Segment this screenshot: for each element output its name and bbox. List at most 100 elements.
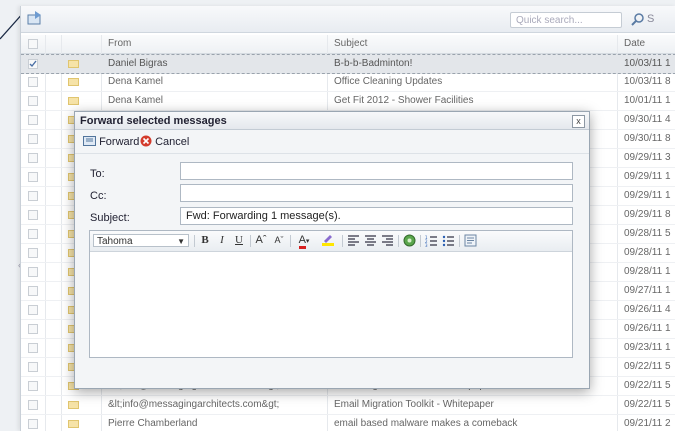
toolbar-separator xyxy=(194,235,195,247)
svg-text:3: 3 xyxy=(425,243,428,247)
row-checkbox[interactable] xyxy=(28,267,38,277)
editor-toolbar: Tahoma ▼ B I U Aˆ Aˇ A▾ 1 2 3 xyxy=(90,231,572,252)
row-checkbox[interactable] xyxy=(28,96,38,106)
to-field[interactable] xyxy=(180,162,573,180)
cancel-button-label: Cancel xyxy=(155,136,190,148)
row-checkbox[interactable] xyxy=(28,362,38,372)
toolbar-separator xyxy=(290,235,291,247)
toolbar-separator xyxy=(459,235,460,247)
align-left-icon[interactable] xyxy=(347,235,360,247)
row-date: 09/29/11 1 xyxy=(624,190,671,201)
quick-search-input[interactable]: Quick search... xyxy=(510,12,622,28)
toolbar-separator xyxy=(342,235,343,247)
row-checkbox[interactable] xyxy=(28,77,38,87)
row-date: 09/28/11 5 xyxy=(624,228,671,239)
row-from: &lt;info@messagingarchitects.com&gt; xyxy=(108,399,280,410)
row-checkbox[interactable] xyxy=(28,343,38,353)
forward-button[interactable]: Forward xyxy=(83,135,139,149)
forward-mail-icon[interactable] xyxy=(27,10,43,26)
text-color-button[interactable]: A▾ xyxy=(294,233,314,249)
message-editor[interactable]: Tahoma ▼ B I U Aˆ Aˇ A▾ 1 2 3 xyxy=(89,230,573,358)
row-date: 10/03/11 1 xyxy=(624,58,671,69)
italic-button[interactable]: I xyxy=(216,233,228,248)
align-right-icon[interactable] xyxy=(381,235,394,247)
insert-link-icon[interactable] xyxy=(403,234,416,247)
envelope-icon xyxy=(68,401,79,409)
row-date: 09/23/11 1 xyxy=(624,342,671,353)
cancel-button[interactable]: Cancel xyxy=(140,135,189,149)
row-checkbox[interactable] xyxy=(28,305,38,315)
cc-label: Cc: xyxy=(90,190,107,202)
font-shrink-button[interactable]: Aˇ xyxy=(272,233,286,248)
row-checkbox[interactable] xyxy=(28,419,38,429)
row-date: 09/21/11 2 xyxy=(624,418,671,429)
font-select[interactable]: Tahoma ▼ xyxy=(93,234,189,247)
row-from: Pierre Chamberland xyxy=(108,418,198,429)
row-from: Dena Kamel xyxy=(108,95,164,106)
row-checkbox[interactable] xyxy=(28,324,38,334)
cc-field[interactable] xyxy=(180,184,573,202)
toolbar-separator xyxy=(250,235,251,247)
subject-field[interactable]: Fwd: Forwarding 1 message(s). xyxy=(180,207,573,225)
row-date: 09/30/11 4 xyxy=(624,114,671,125)
font-grow-button[interactable]: Aˆ xyxy=(254,233,268,248)
row-checkbox[interactable] xyxy=(28,153,38,163)
table-row[interactable]: Dena Kamel Get Fit 2012 - Shower Faciliti… xyxy=(21,92,675,111)
row-subject: Email Migration Toolkit - Whitepaper xyxy=(334,399,494,410)
table-row[interactable]: Dena Kamel Office Cleaning Updates 10/03/1… xyxy=(21,73,675,92)
row-checkbox[interactable] xyxy=(28,286,38,296)
row-date: 09/26/11 1 xyxy=(624,323,671,334)
mail-toolbar: Quick search... S xyxy=(21,6,675,33)
bold-button[interactable]: B xyxy=(199,233,211,248)
row-date: 09/26/11 4 xyxy=(624,304,671,315)
highlight-color-button[interactable] xyxy=(318,233,338,248)
row-date: 09/27/11 1 xyxy=(624,285,671,296)
row-checkbox[interactable] xyxy=(28,191,38,201)
row-date: 09/22/11 5 xyxy=(624,399,671,410)
row-checkbox[interactable] xyxy=(28,134,38,144)
column-header-from[interactable]: From xyxy=(108,38,131,49)
column-header-date[interactable]: Date xyxy=(624,38,645,49)
html-source-icon[interactable] xyxy=(464,234,477,247)
cancel-icon xyxy=(140,135,152,147)
row-checkbox[interactable] xyxy=(28,115,38,125)
row-checkbox[interactable] xyxy=(28,210,38,220)
table-row[interactable]: Daniel Bigras B-b-b-Badminton! 10/03/11 1 xyxy=(21,54,675,74)
close-icon[interactable]: x xyxy=(572,115,585,128)
column-header-subject[interactable]: Subject xyxy=(334,38,367,49)
font-select-value: Tahoma xyxy=(97,236,133,247)
to-label: To: xyxy=(90,168,105,180)
row-subject: B-b-b-Badminton! xyxy=(334,58,413,69)
highlight-icon xyxy=(322,235,334,246)
numbered-list-icon[interactable]: 1 2 3 xyxy=(425,235,438,247)
row-date: 09/29/11 3 xyxy=(624,152,671,163)
bullet-list-icon[interactable] xyxy=(442,235,455,247)
row-checkbox[interactable] xyxy=(28,248,38,258)
row-checkbox[interactable] xyxy=(28,400,38,410)
text-color-label: A xyxy=(298,234,306,249)
select-all-checkbox[interactable] xyxy=(28,39,38,49)
row-checkbox[interactable] xyxy=(28,172,38,182)
envelope-icon xyxy=(68,420,79,428)
row-date: 09/28/11 1 xyxy=(624,247,671,258)
search-label-fragment: S xyxy=(647,13,655,25)
dialog-title: Forward selected messages xyxy=(75,112,589,130)
row-subject: Office Cleaning Updates xyxy=(334,76,443,87)
row-from: Dena Kamel xyxy=(108,76,164,87)
envelope-icon xyxy=(68,78,79,86)
table-row[interactable]: &lt;info@messagingarchitects.com&gt; Emai… xyxy=(21,396,675,415)
table-row[interactable]: Pierre Chamberland email based malware ma… xyxy=(21,415,675,431)
row-checkbox[interactable] xyxy=(28,381,38,391)
row-date: 10/03/11 8 xyxy=(624,76,671,87)
row-checkbox[interactable] xyxy=(28,59,38,69)
grid-header: From Subject Date xyxy=(21,35,675,54)
row-checkbox[interactable] xyxy=(28,229,38,239)
chevron-down-icon: ▼ xyxy=(177,237,185,246)
row-date: 09/22/11 5 xyxy=(624,361,671,372)
search-icon[interactable] xyxy=(631,12,645,26)
underline-button[interactable]: U xyxy=(233,233,245,248)
align-center-icon[interactable] xyxy=(364,235,377,247)
toolbar-separator xyxy=(398,235,399,247)
row-date: 09/22/11 5 xyxy=(624,380,671,391)
row-subject: email based malware makes a comeback xyxy=(334,418,518,429)
